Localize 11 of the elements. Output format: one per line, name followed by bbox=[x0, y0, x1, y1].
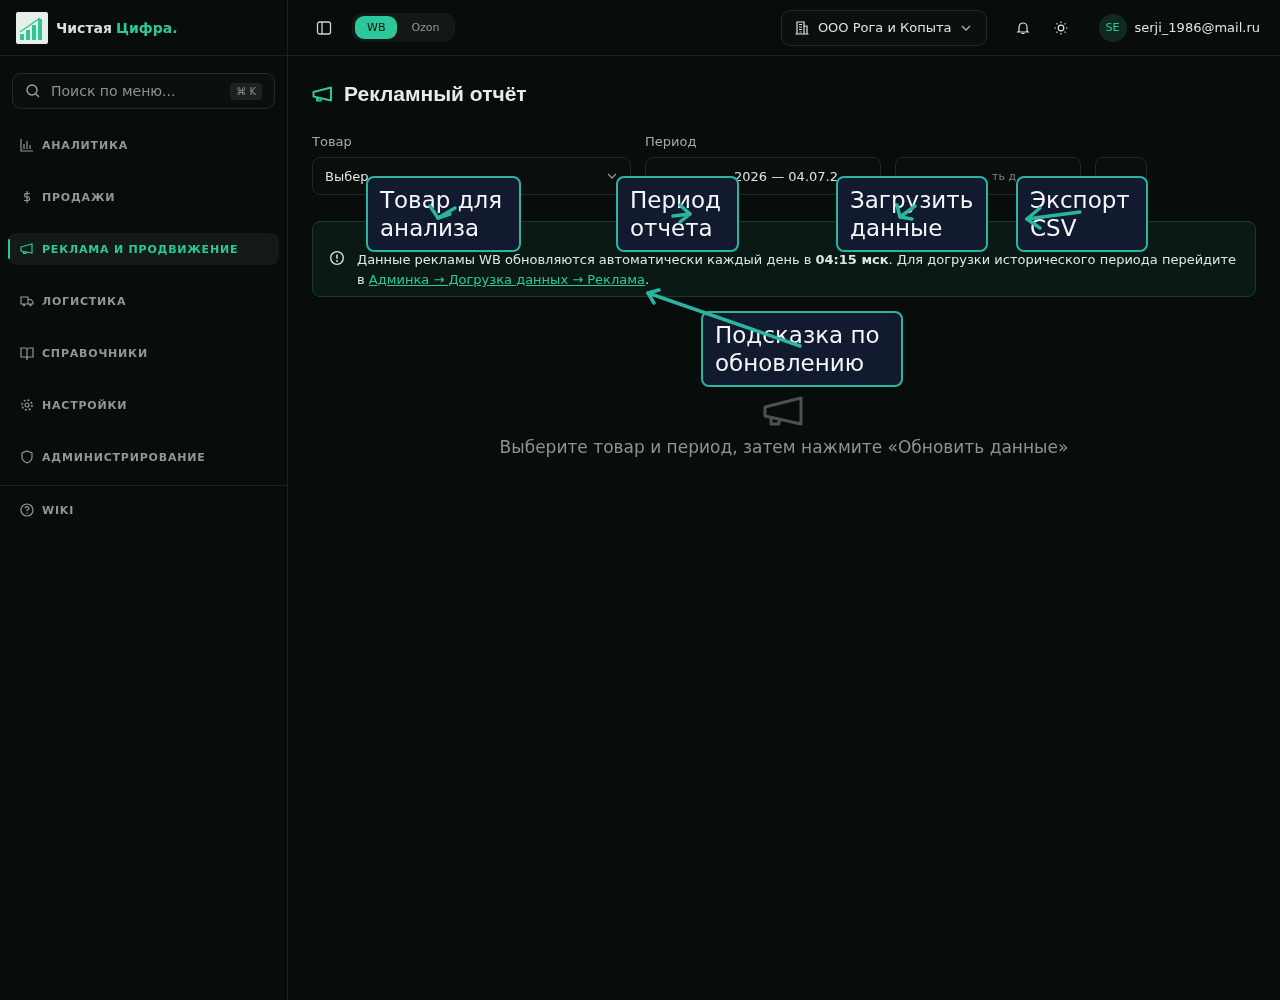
annotation-tooltip: Экспорт CSV bbox=[1016, 176, 1148, 252]
shortcut-badge: ⌘ K bbox=[230, 82, 262, 100]
brand-name-accent: Цифра. bbox=[116, 19, 178, 36]
brand-name: Чистая bbox=[56, 19, 112, 36]
annotation-tooltip: Загрузить данные bbox=[836, 176, 988, 252]
user-email: serji_1986@mail.ru bbox=[1134, 20, 1260, 35]
field-label: Товар bbox=[312, 134, 353, 149]
info-text: Данные рекламы WB обновляются автоматически каждый день в 04:15 мск. Для догрузки исторического периода перейдите в Админка → Догрузка данных → Реклама. bbox=[357, 251, 1238, 289]
page-title: Рекламный отчёт bbox=[344, 82, 527, 106]
field-label: Период bbox=[645, 134, 698, 149]
empty-state-text: Выберите товар и период, затем нажмите «Обновить данные» bbox=[499, 437, 1069, 457]
